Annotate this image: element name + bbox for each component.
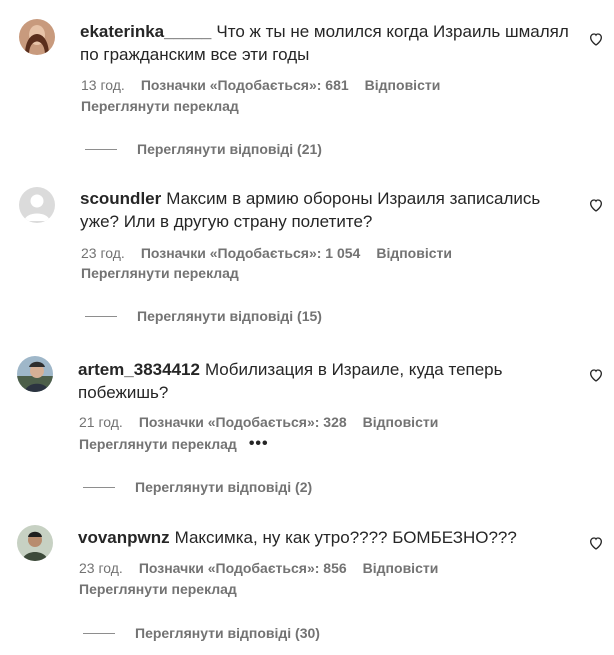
- avatar[interactable]: [17, 525, 53, 561]
- translate-link[interactable]: Переглянути переклад: [79, 581, 237, 597]
- like-heart-icon[interactable]: [588, 367, 604, 383]
- more-options-icon[interactable]: •••: [249, 435, 269, 453]
- view-replies-label: Переглянути відповіді (30): [135, 625, 320, 641]
- comment-meta: 23 год. Позначки «Подобається»: 1 054 Ві…: [81, 245, 468, 261]
- translate-label: Переглянути переклад: [81, 98, 239, 114]
- replies-divider-line: [83, 632, 115, 634]
- comment-text-block: scoundler Максим в армию обороны Израиля …: [80, 187, 570, 233]
- translate-label: Переглянути переклад: [79, 581, 237, 597]
- comments-feed: ekaterinka_____ Что ж ты не молился когда…: [0, 0, 614, 655]
- comment-username[interactable]: ekaterinka_____: [80, 22, 211, 41]
- like-heart-icon[interactable]: [588, 197, 604, 213]
- translate-label: Переглянути переклад: [79, 436, 237, 452]
- comment-text-block: artem_3834412 Мобилизация в Израиле, куда…: [78, 358, 568, 404]
- comment-time[interactable]: 23 год.: [79, 560, 123, 576]
- like-heart-icon[interactable]: [588, 535, 604, 551]
- translate-link[interactable]: Переглянути переклад: [81, 265, 239, 281]
- reply-button[interactable]: Відповісти: [365, 77, 441, 93]
- comment-text-block: vovanpwnz Максимка, ну как утро???? БОМБЕ…: [78, 526, 568, 549]
- view-replies-button[interactable]: Переглянути відповіді (30): [83, 625, 320, 641]
- comment-username[interactable]: vovanpwnz: [78, 528, 170, 547]
- replies-divider-line: [85, 315, 117, 317]
- comment-text: Максимка, ну как утро???? БОМБЕЗНО???: [174, 528, 517, 547]
- view-replies-button[interactable]: Переглянути відповіді (21): [85, 141, 322, 157]
- avatar[interactable]: [19, 19, 55, 55]
- avatar[interactable]: [19, 187, 55, 223]
- avatar[interactable]: [17, 356, 53, 392]
- view-replies-label: Переглянути відповіді (2): [135, 479, 313, 495]
- reply-button[interactable]: Відповісти: [363, 560, 439, 576]
- translate-label: Переглянути переклад: [81, 265, 239, 281]
- translate-link[interactable]: Переглянути переклад •••: [79, 435, 269, 453]
- view-replies-label: Переглянути відповіді (21): [137, 141, 322, 157]
- view-replies-button[interactable]: Переглянути відповіді (15): [85, 308, 322, 324]
- reply-button[interactable]: Відповісти: [363, 414, 439, 430]
- comment-username[interactable]: artem_3834412: [78, 360, 200, 379]
- like-heart-icon[interactable]: [588, 31, 604, 47]
- comment-time[interactable]: 21 год.: [79, 414, 123, 430]
- comment-username[interactable]: scoundler: [80, 189, 161, 208]
- view-replies-label: Переглянути відповіді (15): [137, 308, 322, 324]
- comment-meta: 21 год. Позначки «Подобається»: 328 Відп…: [79, 414, 454, 430]
- default-avatar-icon: [19, 187, 55, 223]
- avatar-photo-icon: [17, 525, 53, 561]
- comment-time[interactable]: 23 год.: [81, 245, 125, 261]
- comment-meta: 23 год. Позначки «Подобається»: 856 Відп…: [79, 560, 454, 576]
- comment-text-block: ekaterinka_____ Что ж ты не молился когда…: [80, 20, 570, 66]
- avatar-photo-icon: [19, 19, 55, 55]
- likes-count[interactable]: Позначки «Подобається»: 856: [139, 560, 347, 576]
- likes-count[interactable]: Позначки «Подобається»: 328: [139, 414, 347, 430]
- view-replies-button[interactable]: Переглянути відповіді (2): [83, 479, 312, 495]
- replies-divider-line: [85, 148, 117, 150]
- likes-count[interactable]: Позначки «Подобається»: 681: [141, 77, 349, 93]
- replies-divider-line: [83, 486, 115, 488]
- reply-button[interactable]: Відповісти: [376, 245, 452, 261]
- likes-count[interactable]: Позначки «Подобається»: 1 054: [141, 245, 361, 261]
- comment-time[interactable]: 13 год.: [81, 77, 125, 93]
- translate-link[interactable]: Переглянути переклад: [81, 98, 239, 114]
- avatar-photo-icon: [17, 356, 53, 392]
- comment-meta: 13 год. Позначки «Подобається»: 681 Відп…: [81, 77, 456, 93]
